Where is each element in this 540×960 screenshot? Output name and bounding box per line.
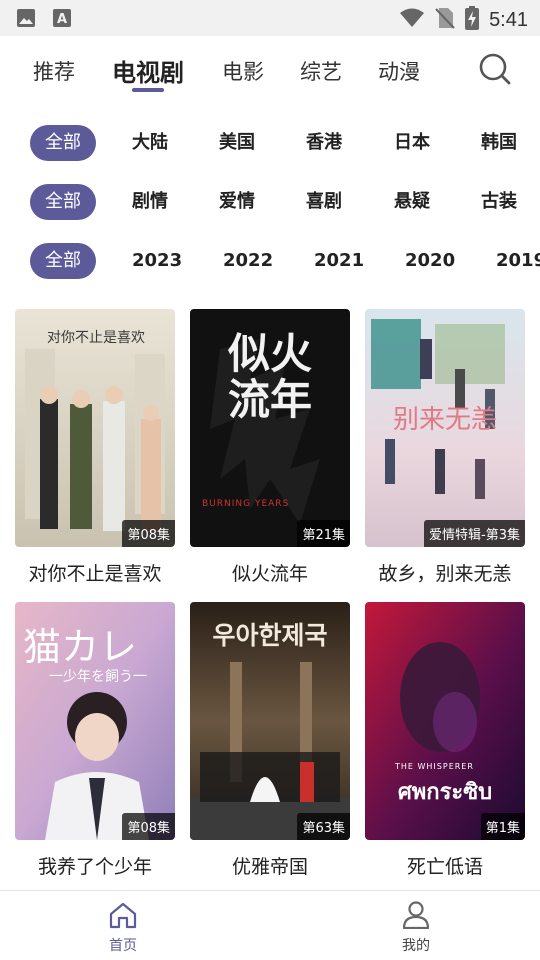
poster-subtitle-text: THE WHISPERER: [395, 762, 474, 771]
poster-image[interactable]: 似火流年 BURNING YEARS 第21集: [190, 309, 350, 547]
poster-image[interactable]: 우아한제국 第63集: [190, 602, 350, 840]
show-title[interactable]: 对你不止是喜欢: [5, 559, 185, 586]
year-chip[interactable]: 2020: [405, 243, 455, 279]
region-chip[interactable]: 韩国: [481, 125, 517, 161]
region-filter-row: 全部 大陆 美国 香港 日本 韩国: [0, 125, 540, 165]
tab-recommend[interactable]: 推荐: [33, 56, 75, 86]
region-chip[interactable]: 香港: [306, 125, 342, 161]
show-title[interactable]: 故乡，别来无恙: [355, 559, 535, 586]
wifi-icon: [399, 7, 425, 33]
show-title[interactable]: 死亡低语: [355, 852, 535, 879]
tab-anime[interactable]: 动漫: [378, 56, 420, 86]
year-chip[interactable]: 2023: [132, 243, 182, 279]
poster-subtitle-text: 一少年を飼う一: [49, 669, 147, 685]
battery-charging-icon: [465, 6, 480, 34]
genre-chip[interactable]: 喜剧: [306, 184, 342, 220]
nav-home[interactable]: 首页: [83, 901, 163, 955]
genre-chip[interactable]: 爱情: [219, 184, 255, 220]
poster-title-text: 猫カレ: [23, 625, 138, 669]
episode-badge: 第08集: [122, 813, 175, 840]
poster-title-text: 对你不止是喜欢: [47, 330, 145, 346]
nav-home-label: 首页: [109, 938, 137, 954]
category-tabs: 推荐 电视剧 电影 综艺 动漫: [0, 36, 540, 100]
episode-badge: 第63集: [297, 813, 350, 840]
poster-title-text: 别来无恙: [392, 405, 497, 435]
region-chip[interactable]: 美国: [219, 125, 255, 161]
no-sim-icon: [435, 7, 455, 33]
show-title[interactable]: 优雅帝国: [180, 852, 360, 879]
year-filter-row: 全部 2023 2022 2021 2020 2019: [0, 243, 540, 283]
gallery-notification-icon: [16, 8, 36, 32]
profile-icon: [401, 901, 431, 933]
svg-text:A: A: [57, 12, 67, 27]
episode-badge: 第1集: [480, 813, 525, 840]
status-bar: A 5:41: [0, 0, 540, 36]
nav-mine-label: 我的: [402, 938, 430, 954]
genre-filter-row: 全部 剧情 爱情 喜剧 悬疑 古装: [0, 184, 540, 224]
episode-badge: 爱情特辑-第3集: [424, 520, 525, 547]
font-notification-icon: A: [52, 8, 72, 32]
episode-badge: 第21集: [297, 520, 350, 547]
region-chip-all[interactable]: 全部: [30, 125, 96, 161]
poster-image[interactable]: 猫カレ 一少年を飼う一 第08集: [15, 602, 175, 840]
year-chip[interactable]: 2022: [223, 243, 273, 279]
clock: 5:41: [489, 8, 528, 31]
genre-chip[interactable]: 剧情: [132, 184, 168, 220]
show-title[interactable]: 我养了个少年: [5, 852, 185, 879]
home-icon: [108, 902, 138, 933]
region-chip[interactable]: 大陆: [132, 125, 168, 161]
bottom-navigation: 首页 我的: [0, 890, 540, 960]
active-tab-indicator: [132, 88, 164, 92]
poster-title-text: ศพกระซิบ: [397, 780, 493, 805]
poster-title-text: 우아한제국: [212, 621, 328, 650]
poster-title-text: 似火流年: [228, 329, 313, 424]
search-icon[interactable]: [478, 52, 512, 86]
year-chip[interactable]: 2019: [496, 243, 540, 279]
region-chip[interactable]: 日本: [394, 125, 430, 161]
tab-tv-series[interactable]: 电视剧: [112, 53, 184, 88]
episode-badge: 第08集: [122, 520, 175, 547]
year-chip-all[interactable]: 全部: [30, 243, 96, 279]
tab-movies[interactable]: 电影: [222, 56, 264, 86]
year-chip[interactable]: 2021: [314, 243, 364, 279]
poster-image[interactable]: THE WHISPERER ศพกระซิบ 第1集: [365, 602, 525, 840]
nav-mine[interactable]: 我的: [376, 901, 456, 955]
poster-image[interactable]: 对你不止是喜欢 第08集: [15, 309, 175, 547]
genre-chip[interactable]: 悬疑: [394, 184, 430, 220]
genre-chip[interactable]: 古装: [481, 184, 517, 220]
genre-chip-all[interactable]: 全部: [30, 184, 96, 220]
show-title[interactable]: 似火流年: [180, 559, 360, 586]
poster-subtitle-text: BURNING YEARS: [202, 499, 290, 509]
poster-image[interactable]: 别来无恙 爱情特辑-第3集: [365, 309, 525, 547]
tab-variety[interactable]: 综艺: [300, 56, 342, 86]
